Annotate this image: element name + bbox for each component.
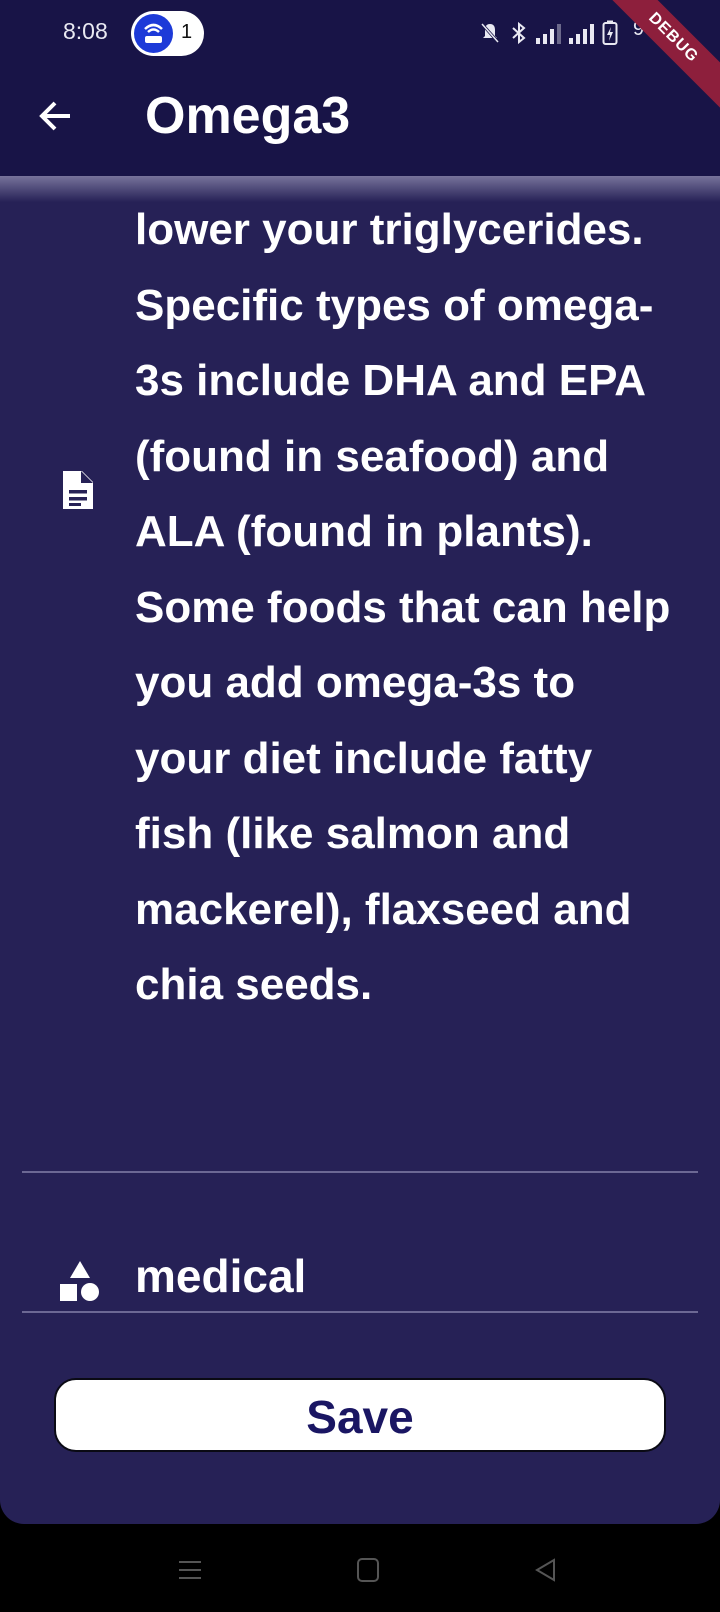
battery-icon xyxy=(602,20,618,45)
back-triangle-icon[interactable] xyxy=(532,1556,560,1584)
divider xyxy=(22,1171,698,1173)
signal-icon-2 xyxy=(569,22,594,44)
divider xyxy=(22,1311,698,1313)
document-icon xyxy=(63,471,93,509)
app-bar: Omega3 xyxy=(0,66,720,176)
home-square-icon[interactable] xyxy=(354,1556,382,1584)
hotspot-count: 1 xyxy=(181,21,193,43)
description-text: lower your triglycerides. Specific types… xyxy=(135,205,671,1009)
mute-icon xyxy=(480,23,500,43)
system-nav-bar xyxy=(0,1524,720,1612)
hotspot-icon xyxy=(134,14,173,53)
menu-icon[interactable] xyxy=(176,1556,204,1584)
signal-icon-1 xyxy=(536,22,561,44)
save-button[interactable]: Save xyxy=(54,1378,666,1452)
description-row[interactable]: lower your triglycerides. Specific types… xyxy=(0,176,720,1206)
arrow-left-icon xyxy=(39,101,70,131)
hotspot-indicator[interactable]: 1 xyxy=(131,11,204,56)
status-bar: 8:08 1 9 DEBUG xyxy=(0,0,720,117)
system-icons xyxy=(478,18,618,48)
scroll-shadow xyxy=(0,176,720,202)
bluetooth-icon xyxy=(512,21,526,45)
shapes-icon xyxy=(60,1261,99,1301)
back-button[interactable] xyxy=(36,96,76,136)
detail-card: lower your triglycerides. Specific types… xyxy=(0,176,720,1524)
page-title: Omega3 xyxy=(145,87,351,145)
category-text[interactable]: medical xyxy=(135,1249,306,1303)
status-time: 8:08 xyxy=(63,18,108,44)
